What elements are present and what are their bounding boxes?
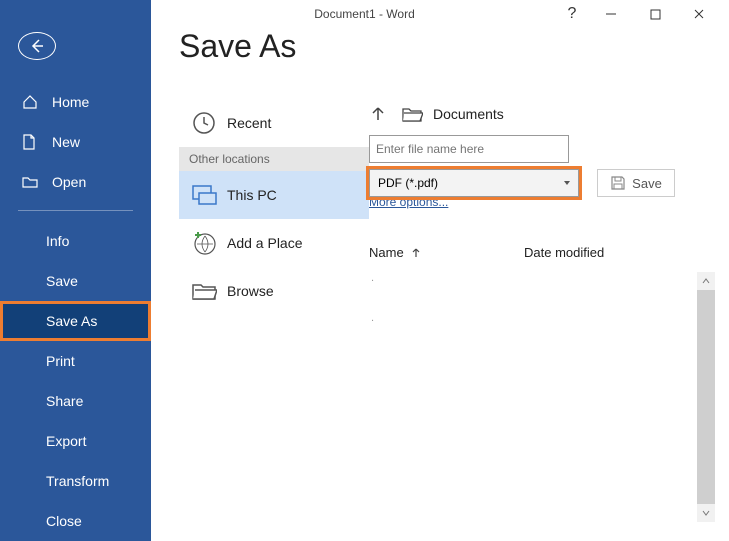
help-button[interactable]: ?	[555, 1, 589, 27]
save-panel: Documents PDF (*.pdf) Save More options.…	[369, 99, 729, 541]
sidebar-item-home[interactable]: Home	[0, 82, 151, 122]
sidebar-separator	[18, 210, 133, 211]
location-label: Browse	[227, 283, 274, 299]
folder-path-icon	[401, 105, 423, 123]
location-label: Recent	[227, 115, 271, 131]
sidebar-item-save[interactable]: Save	[0, 261, 151, 301]
filetype-value: PDF (*.pdf)	[378, 176, 438, 190]
save-button-label: Save	[632, 176, 662, 191]
close-icon	[693, 8, 705, 20]
path-row: Documents	[369, 99, 715, 129]
locations-list: Recent Other locations This PC Add a Pla…	[179, 99, 369, 541]
column-name[interactable]: Name	[369, 245, 524, 260]
other-locations-header: Other locations	[179, 147, 369, 171]
backstage-sidebar: Home New Open Info Save Save As Print Sh…	[0, 0, 151, 541]
close-window-button[interactable]	[677, 1, 721, 27]
window-title: Document1 - Word	[314, 7, 414, 21]
file-list-header: Name Date modified	[369, 245, 715, 260]
up-arrow-button[interactable]	[369, 105, 387, 123]
location-label: This PC	[227, 187, 277, 203]
sidebar-item-info[interactable]: Info	[0, 221, 151, 261]
maximize-icon	[650, 9, 661, 20]
location-add-place[interactable]: Add a Place	[179, 219, 369, 267]
chevron-up-icon	[701, 276, 711, 286]
sidebar-item-save-as[interactable]: Save As	[0, 301, 151, 341]
current-folder-label[interactable]: Documents	[433, 106, 504, 122]
column-date-modified[interactable]: Date modified	[524, 245, 604, 260]
add-place-icon	[187, 230, 221, 256]
chevron-down-icon	[701, 508, 711, 518]
sidebar-label: New	[52, 134, 80, 150]
scroll-thumb[interactable]	[697, 290, 715, 504]
scroll-up-button[interactable]	[697, 272, 715, 290]
page-title: Save As	[179, 28, 729, 65]
filename-input[interactable]	[369, 135, 569, 163]
location-this-pc[interactable]: This PC	[179, 171, 369, 219]
back-button[interactable]	[18, 32, 56, 60]
home-icon	[22, 94, 42, 110]
list-item: .	[369, 312, 715, 352]
location-label: Add a Place	[227, 235, 303, 251]
open-folder-icon	[22, 175, 42, 189]
this-pc-icon	[187, 183, 221, 207]
location-recent[interactable]: Recent	[179, 99, 369, 147]
sidebar-item-new[interactable]: New	[0, 122, 151, 162]
sidebar-item-share[interactable]: Share	[0, 381, 151, 421]
back-arrow-icon	[28, 37, 46, 55]
sort-asc-icon	[410, 247, 422, 259]
sidebar-item-close[interactable]: Close	[0, 501, 151, 541]
more-options-link[interactable]: More options...	[369, 195, 715, 209]
minimize-button[interactable]	[589, 1, 633, 27]
sidebar-item-export[interactable]: Export	[0, 421, 151, 461]
maximize-button[interactable]	[633, 1, 677, 27]
scrollbar[interactable]	[697, 272, 715, 522]
minimize-icon	[605, 8, 617, 20]
save-button[interactable]: Save	[597, 169, 675, 197]
browse-folder-icon	[187, 280, 221, 302]
up-arrow-icon	[369, 105, 387, 123]
chevron-down-icon	[562, 178, 572, 188]
filetype-dropdown[interactable]: PDF (*.pdf)	[369, 169, 579, 197]
new-doc-icon	[22, 134, 42, 150]
main-area: Document1 - Word ? Save As Recent Other …	[151, 0, 729, 541]
location-browse[interactable]: Browse	[179, 267, 369, 315]
list-item: .	[369, 272, 715, 312]
sidebar-label: Open	[52, 174, 86, 190]
help-icon: ?	[568, 5, 577, 23]
file-list: . .	[369, 272, 715, 522]
recent-clock-icon	[187, 110, 221, 136]
save-disk-icon	[610, 175, 626, 191]
sidebar-item-transform[interactable]: Transform	[0, 461, 151, 501]
sidebar-label: Home	[52, 94, 89, 110]
titlebar: Document1 - Word ?	[151, 0, 729, 28]
sidebar-item-open[interactable]: Open	[0, 162, 151, 202]
scroll-down-button[interactable]	[697, 504, 715, 522]
sidebar-item-print[interactable]: Print	[0, 341, 151, 381]
